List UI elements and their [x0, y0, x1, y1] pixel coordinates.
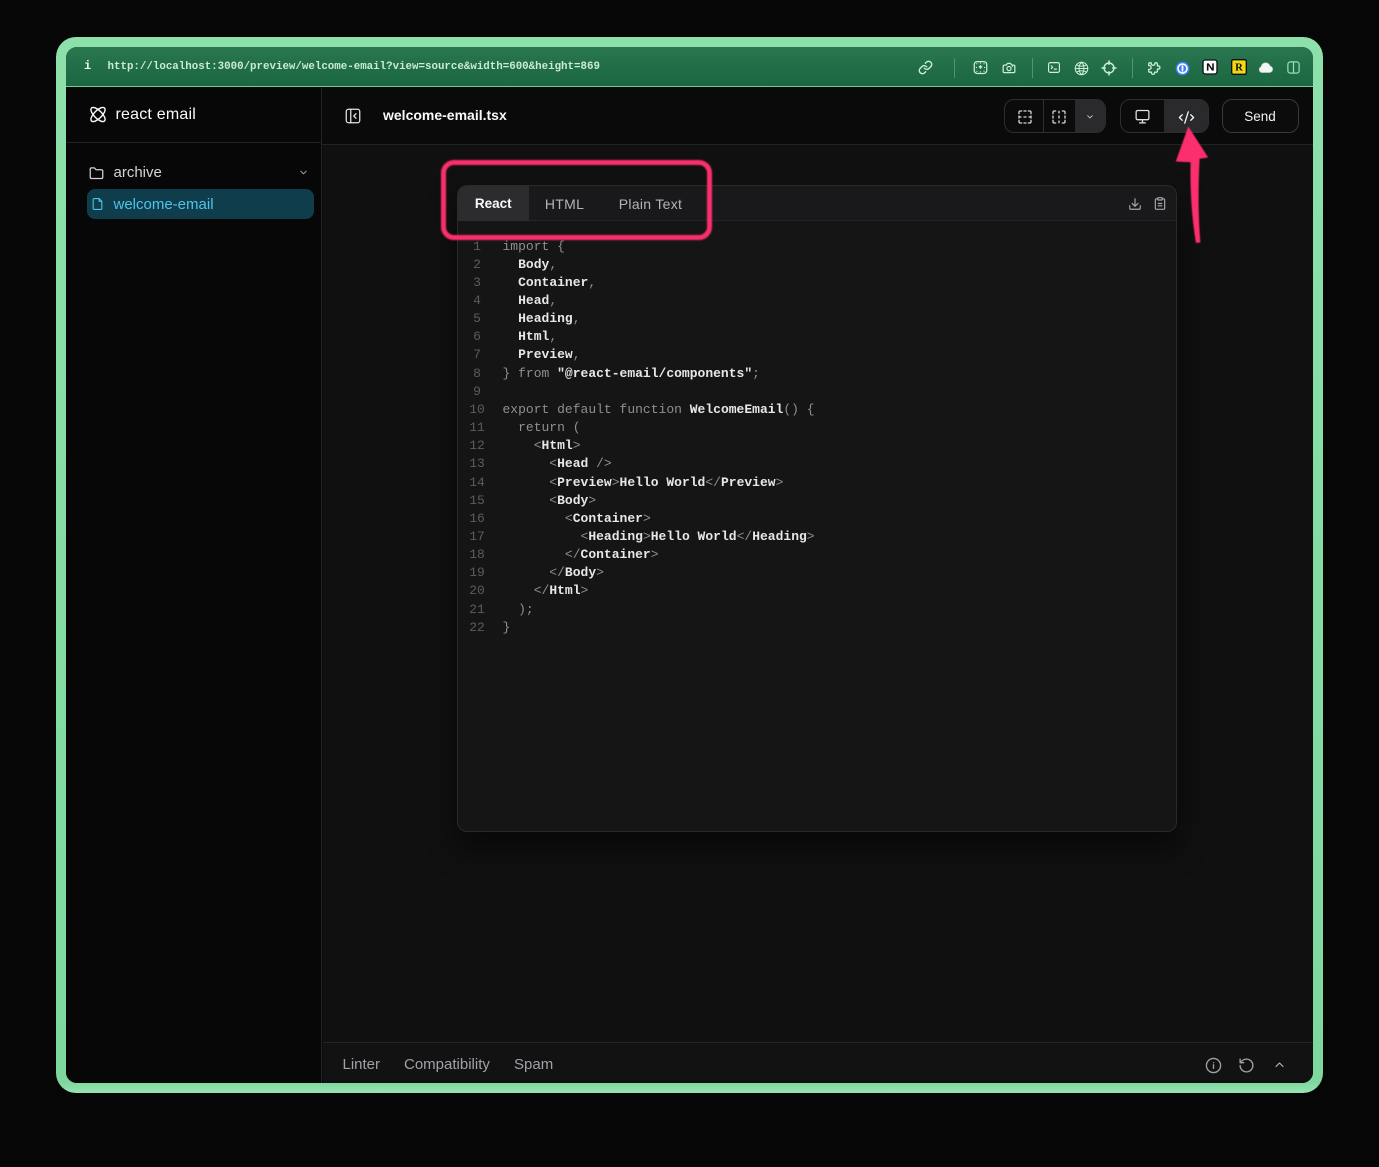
svg-text:R: R	[1235, 62, 1243, 73]
